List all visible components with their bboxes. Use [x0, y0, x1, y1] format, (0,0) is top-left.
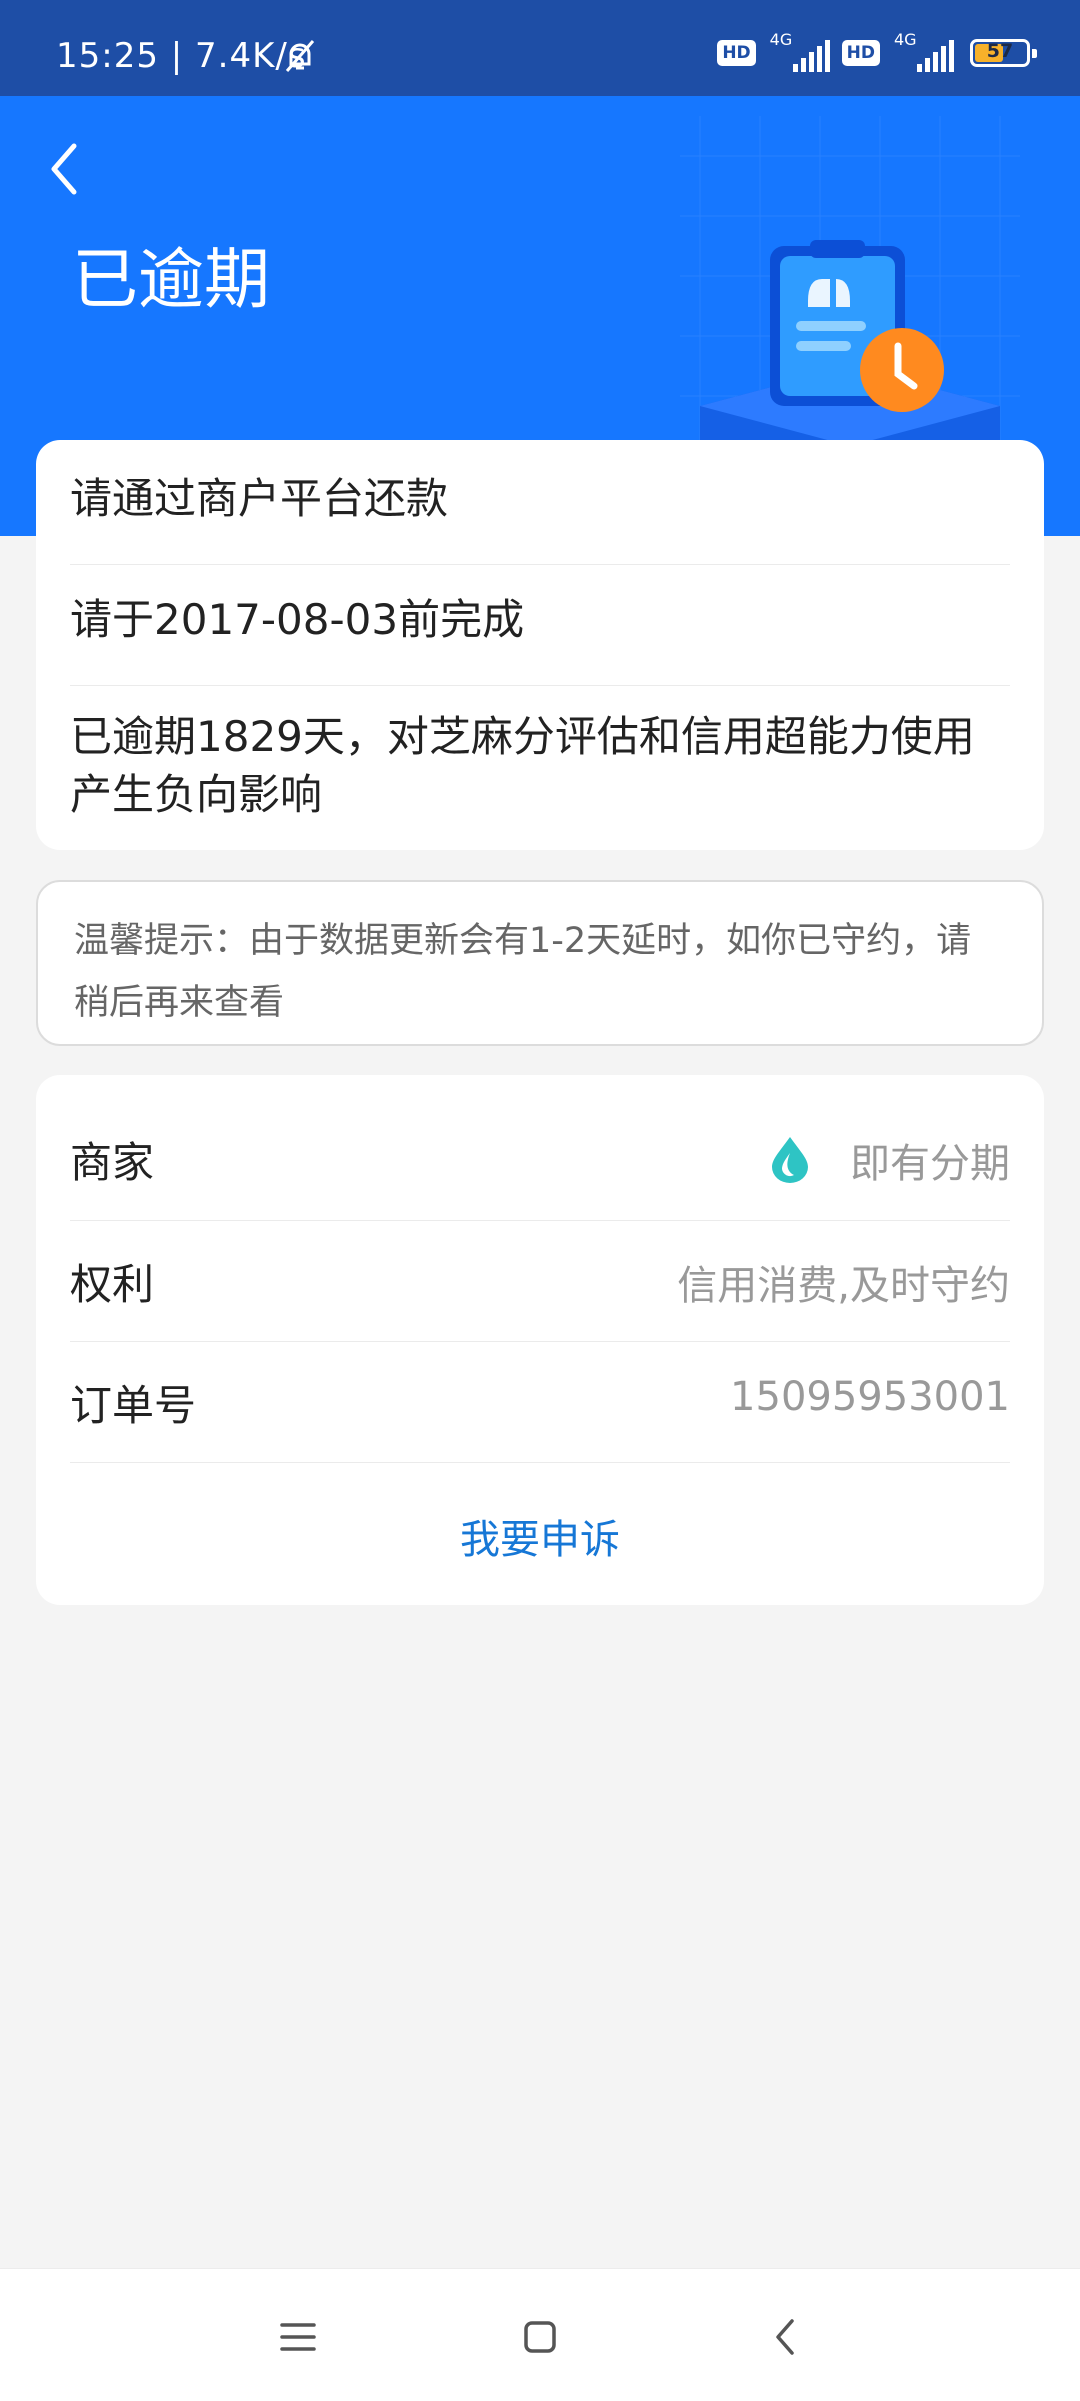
system-nav-bar [0, 2268, 1080, 2401]
divider [70, 564, 1010, 565]
merchant-drop-icon [772, 1137, 808, 1183]
signal-icon-2: 4G [892, 30, 954, 72]
divider [70, 1462, 1010, 1463]
status-time-speed: 15:25 | 7.4K/s [56, 36, 307, 76]
tip-text: 温馨提示：由于数据更新会有1-2天延时，如你已守约，请稍后再来查看 [74, 921, 972, 1023]
home-icon[interactable] [512, 2309, 568, 2365]
tip-card: 温馨提示：由于数据更新会有1-2天延时，如你已守约，请稍后再来查看 [36, 880, 1044, 1046]
due-date-text: 请于2017-08-03前完成 [70, 595, 525, 644]
status-icons: HD 4G HD 4G 57 [717, 30, 1037, 72]
network-type: 4G [769, 30, 793, 49]
merchant-value: 即有分期 [850, 1141, 1010, 1187]
order-number-value: 15095953001 [730, 1374, 1010, 1420]
mute-icon [285, 40, 315, 72]
notice-card: 请通过商户平台还款 请于2017-08-03前完成 已逾期1829天，对芝麻分评… [36, 440, 1044, 850]
battery-icon: 57 [970, 39, 1037, 67]
detail-card: 商家 即有分期 权利 信用消费,及时守约 订单号 15095953001 我要申… [36, 1075, 1044, 1605]
hd-badge-2: HD [841, 40, 880, 66]
nav-back-icon[interactable] [758, 2309, 814, 2365]
hd-badge: HD [717, 40, 756, 66]
rights-label: 权利 [70, 1260, 155, 1309]
divider [70, 1341, 1010, 1342]
appeal-link[interactable]: 我要申诉 [36, 1507, 1044, 1565]
divider [70, 1220, 1010, 1221]
rights-value: 信用消费,及时守约 [677, 1263, 1010, 1309]
divider [70, 685, 1010, 686]
merchant-label: 商家 [70, 1138, 155, 1187]
repay-instruction: 请通过商户平台还款 [70, 474, 449, 523]
back-arrow-icon[interactable] [40, 134, 90, 204]
battery-level: 57 [986, 40, 1014, 62]
overdue-impact-text: 已逾期1829天，对芝麻分评估和信用超能力使用产生负向影响 [70, 712, 975, 819]
signal-icon: 4G [768, 30, 830, 72]
page-title: 已逾期 [72, 241, 270, 318]
network-type-2: 4G [894, 30, 917, 49]
status-bar: 15:25 | 7.4K/s HD 4G HD 4G 57 [0, 0, 1080, 96]
order-number-label: 订单号 [70, 1381, 197, 1430]
menu-icon[interactable] [270, 2309, 326, 2365]
